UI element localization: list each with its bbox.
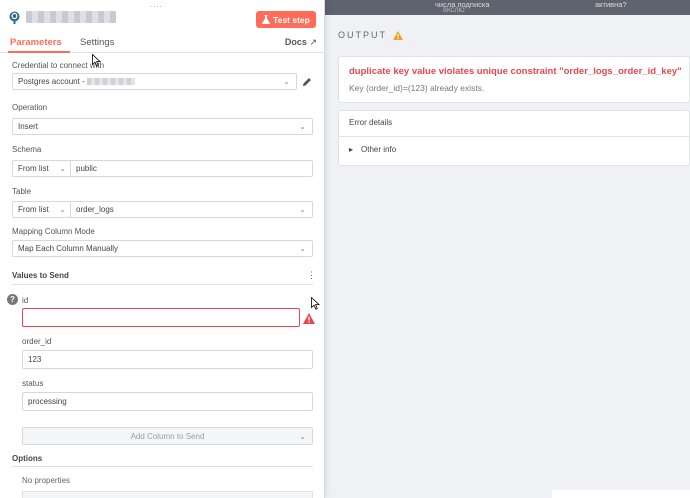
panel-drag-handle[interactable]: .... (150, 0, 163, 9)
order-id-label: order_id (22, 337, 52, 346)
test-step-button[interactable]: Test step (256, 11, 316, 28)
tab-parameters[interactable]: Parameters (10, 37, 62, 48)
output-header: OUTPUT (338, 30, 403, 40)
flask-icon (262, 15, 271, 24)
mapping-label: Mapping Column Mode (12, 227, 95, 236)
test-step-label: Test step (273, 14, 310, 25)
chevron-down-icon: ⌄ (299, 205, 306, 214)
chevron-down-icon: ⌄ (299, 122, 306, 131)
add-column-label: Add Column to Send (130, 431, 205, 441)
warning-icon (393, 30, 403, 40)
mouse-cursor-icon (92, 54, 101, 67)
error-description: Key (order_id)=(123) already exists. (349, 83, 485, 93)
add-option-select[interactable] (22, 491, 313, 498)
order-id-value: 123 (28, 355, 42, 364)
table-label: Table (12, 187, 32, 196)
id-label: id (22, 296, 29, 305)
operation-value: Insert (18, 122, 39, 131)
canvas-corner (552, 490, 690, 498)
help-icon[interactable]: ? (7, 294, 18, 305)
schema-mode-value: From list (18, 164, 49, 173)
redacted-text (86, 78, 135, 85)
mouse-cursor-icon (311, 297, 320, 310)
table-value-select[interactable]: order_logs (76, 202, 311, 217)
canvas-text-right: активна? (595, 0, 627, 9)
canvas-background-strip: числа подписка ВКСЛЮ активна? (325, 0, 690, 15)
postgres-icon (9, 11, 20, 24)
divider (339, 136, 690, 137)
other-info-label: Other info (361, 145, 397, 154)
schema-label: Schema (12, 145, 42, 154)
chevron-right-icon: ▸ (349, 145, 354, 154)
panel-tabs: Parameters Settings Docs ↗ (0, 36, 325, 53)
chevron-down-icon: ⌄ (299, 244, 306, 253)
credential-select[interactable]: Postgres account - ⌄ (12, 73, 297, 90)
error-title: duplicate key value violates unique cons… (349, 66, 682, 77)
chevron-down-icon: ⌄ (59, 164, 66, 173)
table-mode-value: From list (18, 205, 49, 214)
parameters-panel: .... Test step Parameters Settings Docs … (0, 0, 325, 498)
status-input[interactable]: processing (22, 392, 313, 411)
status-label: status (22, 379, 44, 388)
operation-select[interactable]: Insert ⌄ (12, 118, 313, 135)
table-selector: From list ⌄ order_logs ⌄ (12, 201, 313, 218)
schema-value: public (76, 164, 97, 173)
schema-value-field[interactable]: public (76, 161, 97, 176)
order-id-input[interactable]: 123 (22, 350, 313, 369)
id-input[interactable] (22, 308, 300, 327)
docs-link[interactable]: Docs ↗ (285, 37, 317, 48)
output-title: OUTPUT (338, 30, 387, 40)
credential-value: Postgres account - (18, 77, 85, 86)
divider (12, 466, 313, 467)
status-value: processing (28, 397, 67, 406)
values-to-send-title: Values to Send (12, 271, 69, 280)
credential-label: Credential to connect with (12, 61, 105, 70)
warning-icon (303, 313, 315, 324)
error-details-card: Error details ▸ Other info (338, 110, 690, 166)
other-info-toggle[interactable]: ▸ Other info (349, 145, 396, 154)
chevron-down-icon: ⌄ (299, 432, 306, 441)
operation-label: Operation (12, 103, 48, 112)
docs-label: Docs (284, 37, 307, 47)
table-mode-select[interactable]: From list ⌄ (13, 202, 71, 217)
schema-mode-select[interactable]: From list ⌄ (13, 161, 71, 176)
mapping-value: Map Each Column Manually (18, 244, 119, 253)
tab-settings[interactable]: Settings (80, 37, 114, 48)
table-value: order_logs (76, 205, 114, 214)
canvas-text-left-sub: ВКСЛЮ (443, 8, 465, 14)
active-tab-indicator (8, 51, 70, 53)
more-options-icon[interactable]: ⋮ (307, 270, 316, 281)
schema-selector: From list ⌄ public (12, 160, 313, 177)
options-title: Options (12, 454, 43, 463)
add-column-select[interactable]: Add Column to Send ⌄ (22, 427, 313, 445)
pencil-icon[interactable] (302, 77, 312, 87)
no-properties-text: No properties (22, 476, 71, 485)
chevron-down-icon: ⌄ (59, 205, 66, 214)
mapping-select[interactable]: Map Each Column Manually ⌄ (12, 240, 313, 257)
divider (12, 284, 313, 285)
chevron-down-icon: ⌄ (283, 77, 290, 86)
error-card: duplicate key value violates unique cons… (338, 56, 690, 103)
error-details-title: Error details (349, 118, 393, 127)
external-link-icon: ↗ (309, 37, 317, 47)
node-title-redacted[interactable] (26, 11, 116, 23)
